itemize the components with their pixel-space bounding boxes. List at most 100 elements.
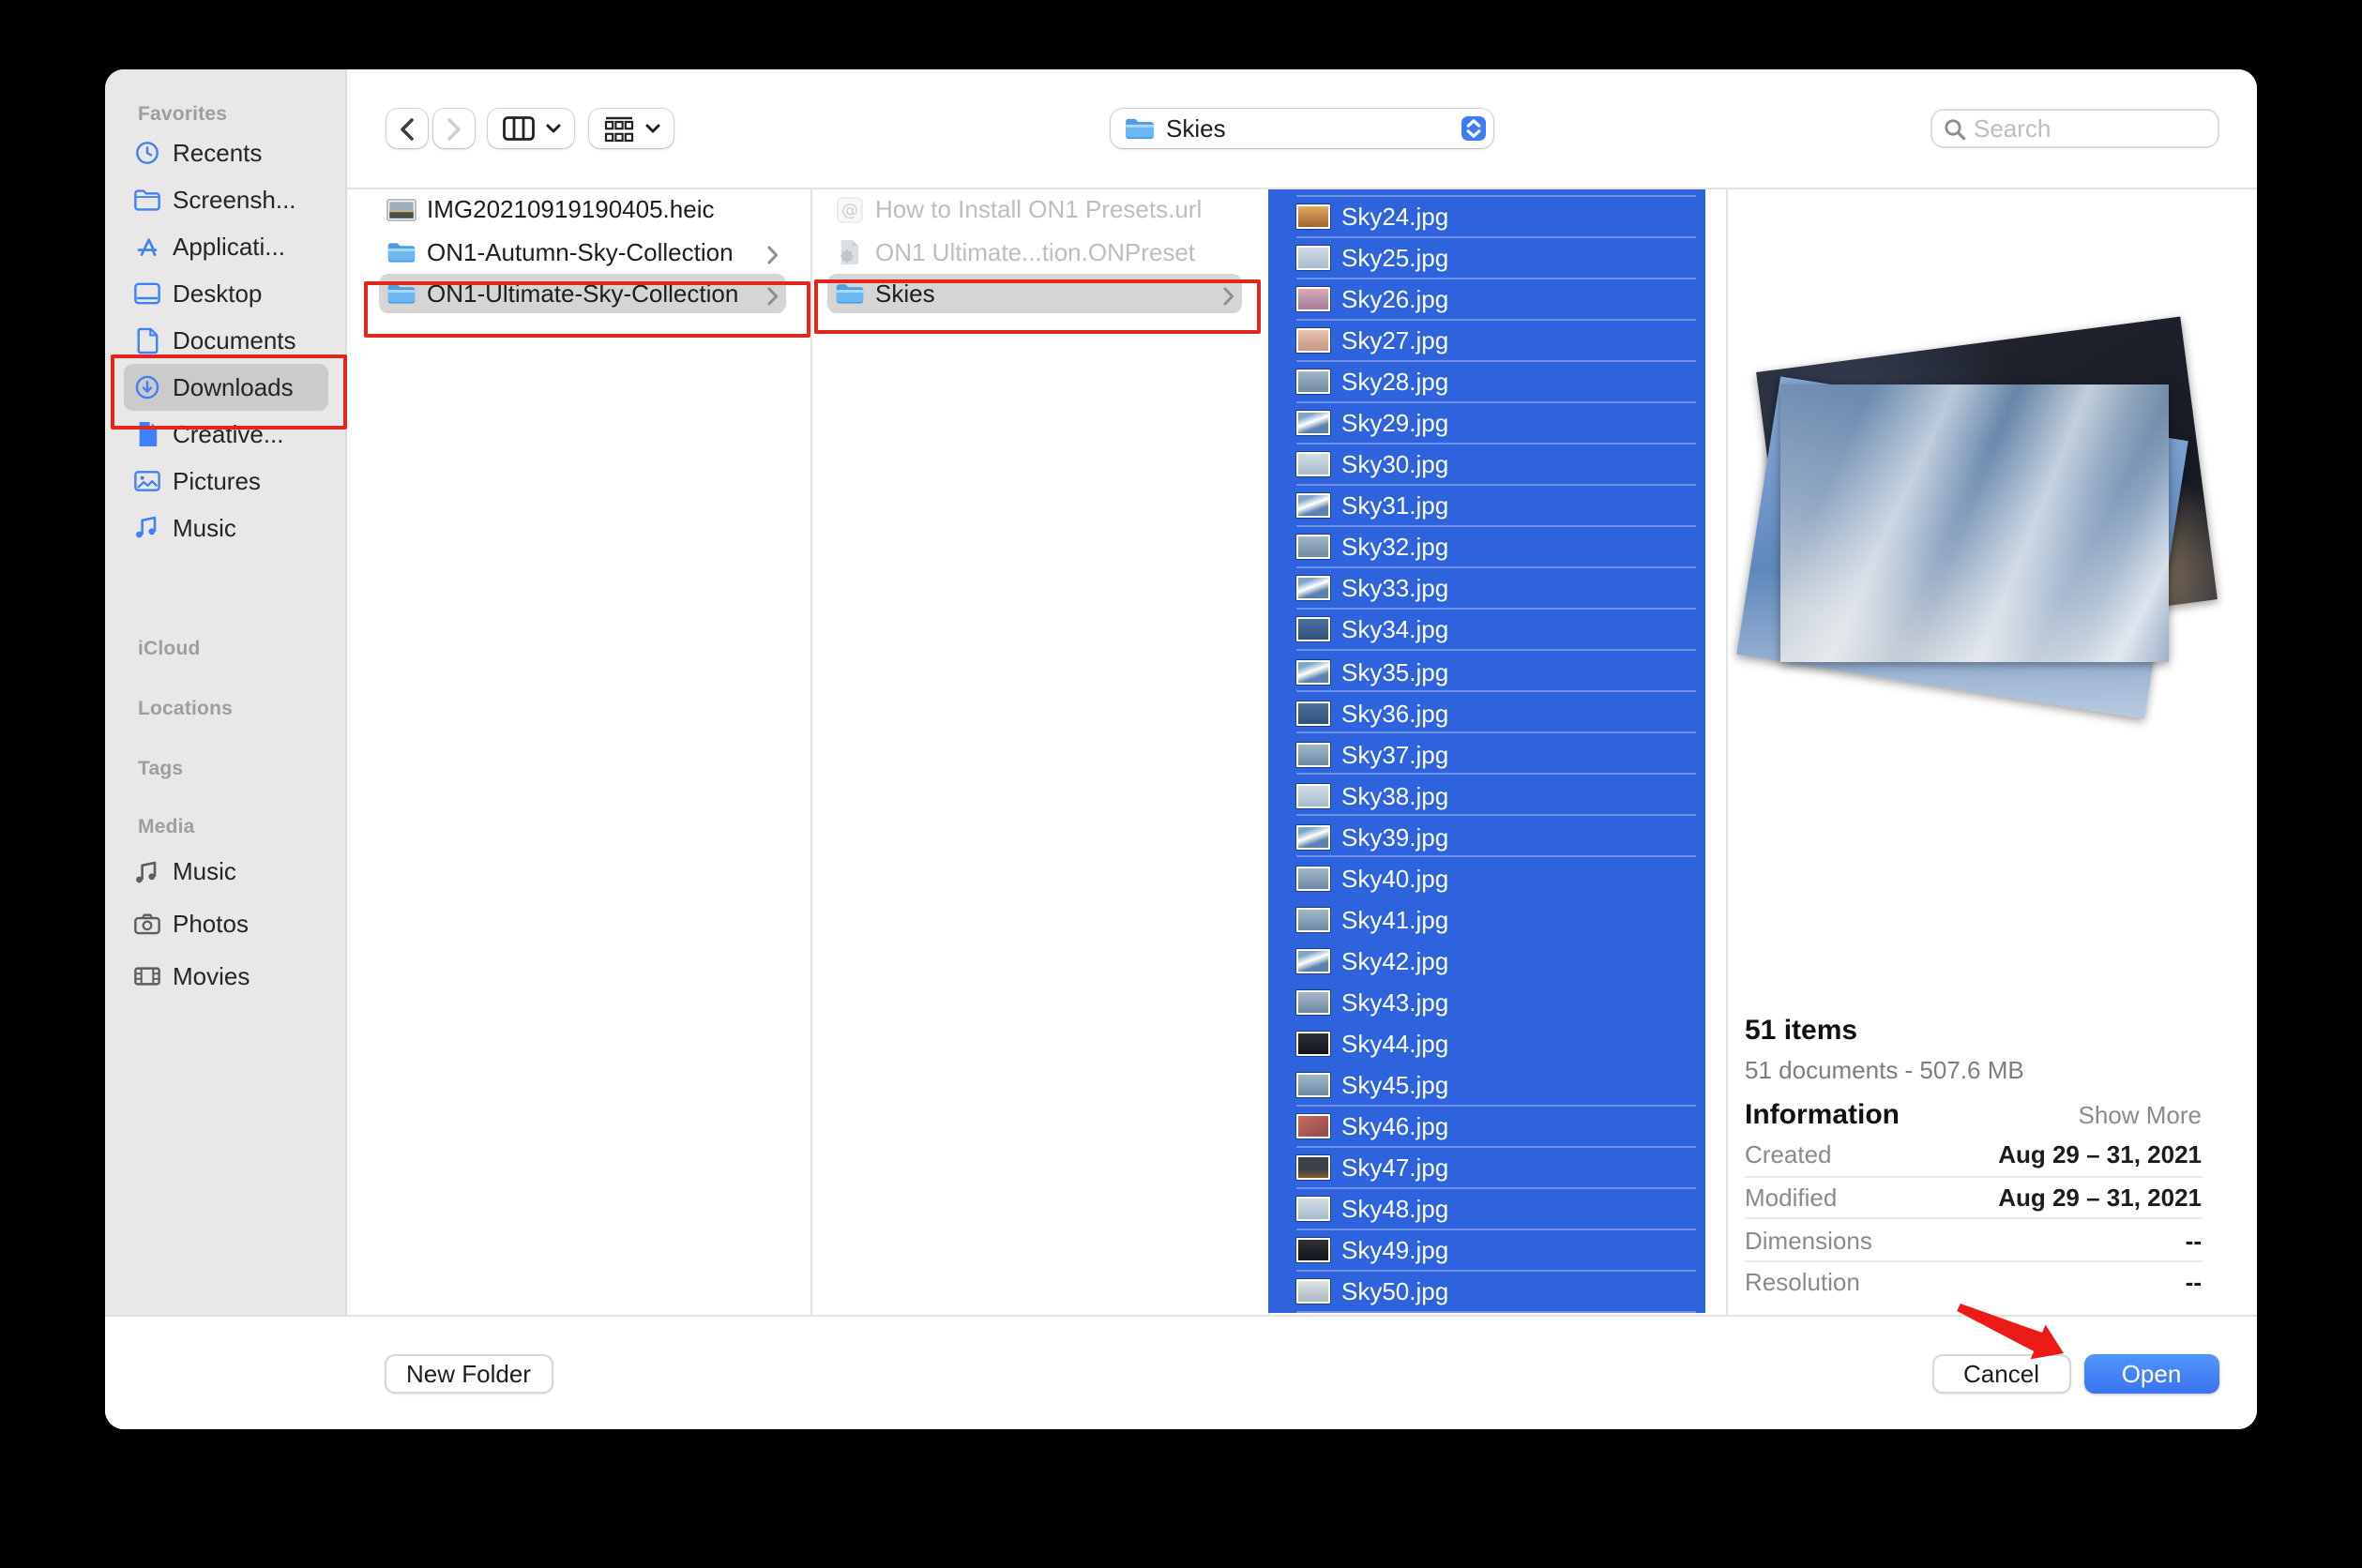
sidebar-item-screensh[interactable]: Screensh...: [124, 175, 328, 222]
file-row-sky39-jpg[interactable]: Sky39.jpg: [1268, 816, 1704, 857]
file-row-sky28-jpg[interactable]: Sky28.jpg: [1268, 361, 1704, 402]
metadata-row-dimensions: Dimensions --: [1745, 1220, 2202, 1262]
forward-button[interactable]: [433, 109, 475, 148]
sky-thumbnail: [1296, 1155, 1330, 1180]
photo-icon: [131, 465, 161, 495]
file-row-sky38-jpg[interactable]: Sky38.jpg: [1268, 775, 1704, 816]
cancel-button[interactable]: Cancel: [1932, 1353, 2070, 1393]
new-folder-button[interactable]: New Folder: [384, 1353, 553, 1393]
file-row-sky34-jpg[interactable]: Sky34.jpg: [1268, 610, 1704, 651]
file-row-sky29-jpg[interactable]: Sky29.jpg: [1268, 402, 1704, 444]
file-row-sky49-jpg[interactable]: Sky49.jpg: [1268, 1229, 1704, 1271]
grid-group-icon: [603, 115, 633, 142]
file-row-sky25-jpg[interactable]: Sky25.jpg: [1268, 237, 1704, 279]
sky-thumbnail: [1296, 494, 1330, 519]
column-view-button[interactable]: [488, 109, 574, 148]
file-open-dialog: Favorites Recents Screensh... Applicati.…: [105, 69, 2257, 1429]
sky-thumbnail: [1296, 908, 1330, 932]
file-row-on1-ultimate-sky-collection[interactable]: ON1-Ultimate-Sky-Collection: [378, 274, 786, 313]
selection-summary: 51 documents - 507.6 MB: [1745, 1056, 2024, 1084]
sidebar-item-desktop[interactable]: Desktop: [124, 269, 328, 316]
file-row-skies[interactable]: Skies: [826, 274, 1241, 313]
file-row-sky27-jpg[interactable]: Sky27.jpg: [1268, 320, 1704, 361]
file-row-sky35-jpg[interactable]: Sky35.jpg: [1268, 651, 1704, 692]
file-row-sky26-jpg[interactable]: Sky26.jpg: [1268, 279, 1704, 320]
search-field[interactable]: [1930, 109, 2218, 148]
sidebar-item-applicati[interactable]: Applicati...: [124, 222, 328, 269]
sky-thumbnail: [1296, 328, 1330, 353]
chevron-down-icon: [644, 124, 659, 133]
sky-thumbnail: [1296, 1238, 1330, 1262]
search-icon: [1944, 117, 1966, 140]
chevron-right-icon: [1222, 283, 1234, 311]
sidebar-item-pictures[interactable]: Pictures: [124, 457, 328, 504]
sidebar-item-music[interactable]: Music: [124, 845, 328, 897]
column-ultimate-sky-collection: @ How to Install ON1 Presets.url ON1 Ult…: [811, 189, 1267, 1316]
sky-thumbnail: [1296, 742, 1330, 766]
sidebar-media-list: Music Photos Movies: [124, 845, 328, 1003]
sidebar-section-locations[interactable]: Locations: [138, 697, 233, 719]
file-row-sky37-jpg[interactable]: Sky37.jpg: [1268, 733, 1704, 775]
image-thumb-icon: [386, 197, 416, 221]
group-view-button[interactable]: [589, 109, 674, 148]
information-header: Information Show More: [1745, 1099, 2202, 1131]
file-row-sky32-jpg[interactable]: Sky32.jpg: [1268, 527, 1704, 568]
sidebar-item-recents[interactable]: Recents: [124, 128, 328, 175]
sky-thumbnail: [1296, 618, 1330, 642]
folder-icon: [1123, 116, 1155, 141]
sky-thumbnail: [1296, 824, 1330, 849]
sidebar-item-documents[interactable]: Documents: [124, 316, 328, 363]
folder-stepper[interactable]: [1461, 116, 1486, 141]
sky-thumbnail: [1296, 783, 1330, 807]
document-icon: [131, 324, 161, 354]
sidebar-section-icloud[interactable]: iCloud: [138, 637, 201, 659]
selected-files-list: Sky24.jpg Sky25.jpg Sky26.jpg Sky27.jpg: [1268, 189, 1704, 1313]
back-button[interactable]: [386, 109, 428, 148]
file-row-sky42-jpg[interactable]: Sky42.jpg: [1268, 941, 1704, 982]
file-row-sky36-jpg[interactable]: Sky36.jpg: [1268, 692, 1704, 733]
screen-background: Favorites Recents Screensh... Applicati.…: [0, 0, 2362, 1568]
file-row-sky50-jpg[interactable]: Sky50.jpg: [1268, 1271, 1704, 1312]
file-row-sky43-jpg[interactable]: Sky43.jpg: [1268, 982, 1704, 1023]
column-downloads: IMG20210919190405.heic ON1-Autumn-Sky-Co…: [347, 189, 810, 1316]
sidebar-item-music[interactable]: Music: [124, 504, 328, 550]
file-row-sky48-jpg[interactable]: Sky48.jpg: [1268, 1188, 1704, 1229]
file-row-sky30-jpg[interactable]: Sky30.jpg: [1268, 445, 1704, 486]
file-row-sky46-jpg[interactable]: Sky46.jpg: [1268, 1106, 1704, 1147]
sky-thumbnail: [1296, 1114, 1330, 1138]
file-row-sky41-jpg[interactable]: Sky41.jpg: [1268, 899, 1704, 941]
file-row-sky31-jpg[interactable]: Sky31.jpg: [1268, 486, 1704, 527]
search-input[interactable]: [1974, 114, 2180, 143]
chevron-right-icon: [447, 117, 462, 140]
sidebar-section-tags[interactable]: Tags: [138, 757, 183, 779]
show-more-link[interactable]: Show More: [2079, 1101, 2203, 1129]
sidebar-item-creative[interactable]: Creative...: [124, 410, 328, 457]
sidebar-item-photos[interactable]: Photos: [124, 897, 328, 950]
camera-icon: [131, 909, 161, 939]
partial-row: [1268, 189, 1704, 196]
sky-thumbnail: [1296, 1032, 1330, 1056]
file-row-on1-autumn-sky-collection[interactable]: ON1-Autumn-Sky-Collection: [378, 232, 786, 271]
file-row-sky33-jpg[interactable]: Sky33.jpg: [1268, 568, 1704, 610]
file-row-sky40-jpg[interactable]: Sky40.jpg: [1268, 858, 1704, 899]
file-row-sky24-jpg[interactable]: Sky24.jpg: [1268, 196, 1704, 237]
sky-thumbnail: [1296, 287, 1330, 311]
open-button[interactable]: Open: [2084, 1353, 2218, 1393]
chevron-right-icon: [767, 241, 779, 269]
file-row-sky44-jpg[interactable]: Sky44.jpg: [1268, 1023, 1704, 1064]
column-skies-files: Sky24.jpg Sky25.jpg Sky26.jpg Sky27.jpg: [1268, 189, 1726, 1316]
file-row-on1-ultimate-tion-onpreset[interactable]: ON1 Ultimate...tion.ONPreset: [826, 232, 1241, 271]
metadata-row-modified: Modified Aug 29 – 31, 2021: [1745, 1177, 2202, 1219]
current-folder-label: Skies: [1166, 114, 1226, 143]
sidebar-item-downloads[interactable]: Downloads: [124, 363, 328, 410]
sky-thumbnail: [1296, 1279, 1330, 1304]
items-count: 51 items: [1745, 1015, 1857, 1047]
sky-thumbnail: [1296, 1197, 1330, 1221]
file-row-how-to-install-on1-presets-url[interactable]: @ How to Install ON1 Presets.url: [826, 189, 1241, 229]
file-row-sky45-jpg[interactable]: Sky45.jpg: [1268, 1064, 1704, 1106]
file-row-img20210919190405-heic[interactable]: IMG20210919190405.heic: [378, 189, 786, 229]
sidebar-item-movies[interactable]: Movies: [124, 950, 328, 1003]
current-folder-dropdown[interactable]: Skies: [1110, 109, 1493, 148]
sky-thumbnail: [1296, 369, 1330, 394]
file-row-sky47-jpg[interactable]: Sky47.jpg: [1268, 1147, 1704, 1188]
